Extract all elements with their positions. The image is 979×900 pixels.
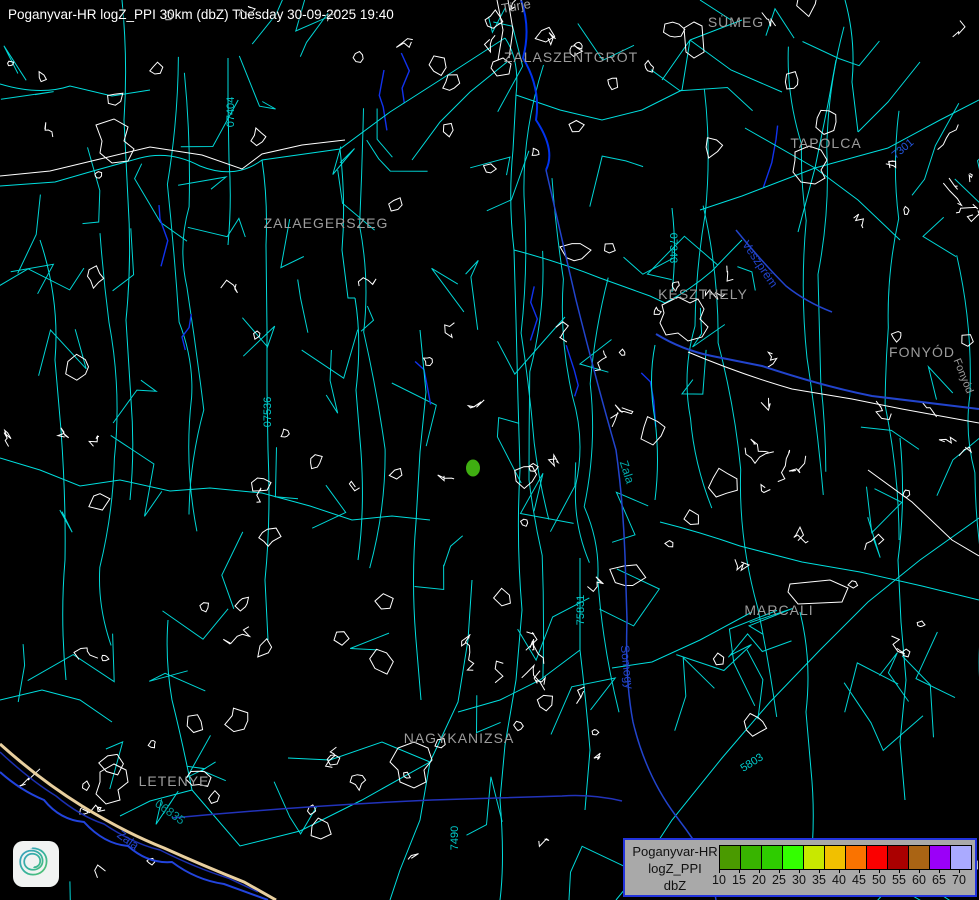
legend-color-cell (845, 845, 867, 870)
legend-tick-label: 20 (752, 873, 766, 887)
legend-color-cell (803, 845, 825, 870)
minor-rivers-layer (159, 53, 778, 427)
legend-text: Poganyvar-HR logZ_PPI dbZ (629, 843, 721, 894)
legend-tick-label: 35 (812, 873, 826, 887)
minor-roads-layer (0, 0, 979, 900)
legend-tick-label: 65 (932, 873, 946, 887)
legend-color-cell (761, 845, 783, 870)
legend-tick-label: 10 (712, 873, 726, 887)
legend-tick-label: 45 (852, 873, 866, 887)
legend-color-scale (719, 845, 972, 870)
legend-tick-label: 30 (792, 873, 806, 887)
legend-station: Poganyvar-HR (629, 843, 721, 860)
radar-title: Poganyvar-HR logZ_PPI 30km (dbZ) Tuesday… (8, 7, 394, 22)
legend-tick-label: 55 (892, 873, 906, 887)
legend-color-cell (950, 845, 972, 870)
legend-tick-label: 50 (872, 873, 886, 887)
radar-map (0, 0, 979, 900)
legend-color-cell (866, 845, 888, 870)
dbz-legend: Poganyvar-HR logZ_PPI dbZ 10 15 20 25 30 35 40… (623, 838, 977, 897)
radar-screen: SÜMEGZALASZENTGRÓTTAPOLCAZALAEGERSZEGKES… (0, 0, 979, 900)
legend-unit: dbZ (629, 877, 721, 894)
legend-tick-label: 60 (912, 873, 926, 887)
legend-color-cell (887, 845, 909, 870)
spiral-icon (13, 841, 53, 881)
legend-color-cell (719, 845, 741, 870)
legend-color-cell (782, 845, 804, 870)
radar-logo (13, 841, 59, 887)
legend-color-cell (824, 845, 846, 870)
legend-tick-label: 15 (732, 873, 746, 887)
legend-color-cell (908, 845, 930, 870)
rivers-borders-layer (0, 0, 979, 900)
legend-color-cell (740, 845, 762, 870)
legend-tick-label: 70 (952, 873, 966, 887)
legend-color-cell (929, 845, 951, 870)
radar-echo (466, 460, 480, 477)
legend-product: logZ_PPI (629, 860, 721, 877)
legend-tick-label: 25 (772, 873, 786, 887)
legend-tick-label: 40 (832, 873, 846, 887)
settlement-outline-layer (0, 0, 979, 878)
major-roads-layer (0, 0, 979, 900)
